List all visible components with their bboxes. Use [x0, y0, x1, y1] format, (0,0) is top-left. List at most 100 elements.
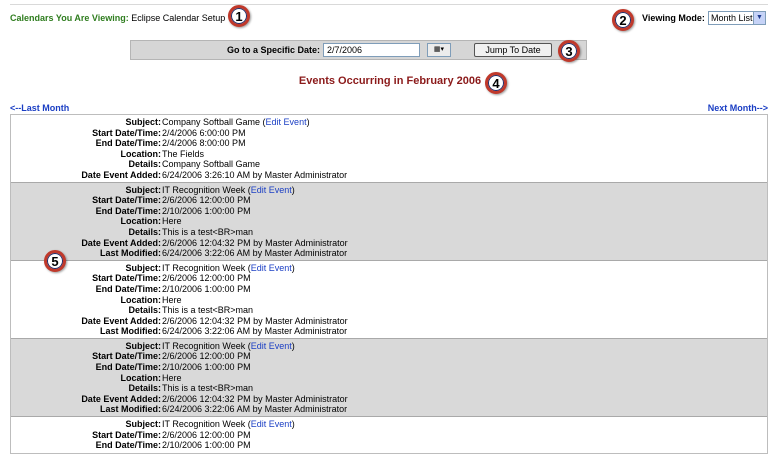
event-subject-text: IT Recognition Week — [162, 340, 246, 351]
viewing-mode-select[interactable]: Month List ▼ — [708, 11, 766, 25]
field-label: Subject: — [125, 117, 161, 127]
field-label: Start Date/Time: — [92, 429, 161, 440]
event-end: 2/10/2006 1:00:00 PM — [162, 205, 251, 216]
event-subject-text: IT Recognition Week — [162, 419, 246, 430]
field-label: Subject: — [125, 262, 161, 273]
event-row-start: Start Date/Time:2/6/2006 12:00:00 PM — [11, 195, 767, 206]
field-label: Location: — [120, 148, 162, 159]
viewing-mode-value: Month List — [711, 13, 753, 23]
event-subject-text: IT Recognition Week — [162, 184, 246, 195]
last-month-link[interactable]: <--Last Month — [10, 103, 69, 113]
event-subject: IT Recognition Week (Edit Event) — [162, 262, 295, 273]
event-end: 2/10/2006 1:00:00 PM — [162, 283, 251, 294]
event-location: The Fields — [162, 148, 205, 159]
field-label: Subject: — [125, 340, 161, 351]
event-subject: IT Recognition Week (Edit Event) — [162, 340, 295, 351]
event-row-start: Start Date/Time:2/6/2006 12:00:00 PM — [11, 273, 767, 284]
field-label: Date Event Added: — [81, 393, 161, 404]
field-label: End Date/Time: — [95, 138, 161, 149]
callout-3: 3 — [558, 40, 580, 62]
event-subject-text: Company Softball Game — [162, 117, 261, 127]
edit-event-link[interactable]: Edit Event — [251, 419, 292, 429]
field-label: End Date/Time: — [95, 205, 161, 216]
field-label: Details: — [128, 383, 161, 394]
goto-date-bar: Go to a Specific Date: 2/7/2006 ▦▾ Jump … — [130, 40, 587, 60]
event-item: Subject:IT Recognition Week (Edit Event)… — [11, 261, 767, 338]
event-added: 2/6/2006 12:04:32 PM by Master Administr… — [162, 315, 348, 326]
field-label: Date Event Added: — [81, 315, 161, 326]
event-row-location: Location:Here — [11, 216, 767, 227]
events-title: Events Occurring in February 2006 — [298, 75, 482, 87]
event-row-start: Start Date/Time:2/4/2006 6:00:00 PM — [11, 128, 767, 139]
event-row-start: Start Date/Time:2/6/2006 12:00:00 PM — [11, 430, 767, 441]
field-label: Start Date/Time: — [92, 127, 161, 138]
edit-event-link[interactable]: Edit Event — [251, 263, 292, 273]
event-row-location: Location:The Fields — [11, 149, 767, 160]
event-row-details: Details:This is a test<BR>man — [11, 305, 767, 316]
event-row-subject: Subject:IT Recognition Week (Edit Event) — [11, 419, 767, 430]
edit-event-link[interactable]: Edit Event — [266, 117, 307, 127]
event-start: 2/6/2006 12:00:00 PM — [162, 351, 251, 362]
event-row-subject: Subject:Company Softball Game (Edit Even… — [11, 117, 767, 128]
event-row-details: Details:Company Softball Game — [11, 159, 767, 170]
field-label: Details: — [128, 305, 161, 316]
callout-1: 1 — [228, 5, 250, 27]
event-row-end: End Date/Time:2/10/2006 1:00:00 PM — [11, 362, 767, 373]
event-subject: IT Recognition Week (Edit Event) — [162, 419, 295, 430]
event-location: Here — [162, 294, 182, 305]
event-row-end: End Date/Time:2/4/2006 8:00:00 PM — [11, 138, 767, 149]
event-row-details: Details:This is a test<BR>man — [11, 383, 767, 394]
event-subject: IT Recognition Week (Edit Event) — [162, 184, 295, 195]
event-added: 6/24/2006 3:26:10 AM by Master Administr… — [162, 169, 348, 180]
field-label: Details: — [128, 159, 161, 170]
field-label: Date Event Added: — [81, 237, 161, 248]
field-label: Last Modified: — [100, 404, 161, 415]
event-end: 2/10/2006 1:00:00 PM — [162, 362, 251, 373]
field-label: End Date/Time: — [95, 362, 161, 373]
calendar-name: Eclipse Calendar Setup — [131, 13, 226, 23]
field-label: Subject: — [125, 419, 161, 430]
callout-5: 5 — [44, 250, 66, 272]
field-label: End Date/Time: — [95, 283, 161, 294]
event-row-end: End Date/Time:2/10/2006 1:00:00 PM — [11, 440, 767, 451]
event-row-start: Start Date/Time:2/6/2006 12:00:00 PM — [11, 351, 767, 362]
event-added: 2/6/2006 12:04:32 PM by Master Administr… — [162, 393, 348, 404]
event-row-added: Date Event Added:2/6/2006 12:04:32 PM by… — [11, 316, 767, 327]
goto-date-label: Go to a Specific Date: — [227, 45, 321, 55]
field-label: Date Event Added: — [81, 169, 161, 180]
next-month-link[interactable]: Next Month--> — [708, 103, 768, 113]
edit-event-link[interactable]: Edit Event — [251, 341, 292, 351]
field-label: End Date/Time: — [95, 440, 161, 451]
edit-event-link[interactable]: Edit Event — [251, 185, 292, 195]
event-row-location: Location:Here — [11, 373, 767, 384]
event-start: 2/4/2006 6:00:00 PM — [162, 127, 246, 138]
calendar-picker-button[interactable]: ▦▾ — [427, 43, 451, 57]
field-label: Location: — [120, 216, 162, 227]
event-row-added: Date Event Added:2/6/2006 12:04:32 PM by… — [11, 394, 767, 405]
chevron-down-icon[interactable]: ▼ — [753, 12, 765, 24]
event-row-end: End Date/Time:2/10/2006 1:00:00 PM — [11, 206, 767, 217]
event-item: Subject:IT Recognition Week (Edit Event)… — [11, 417, 767, 452]
event-start: 2/6/2006 12:00:00 PM — [162, 273, 251, 284]
event-subject: Company Softball Game (Edit Event) — [162, 117, 310, 127]
date-input[interactable]: 2/7/2006 — [323, 43, 420, 57]
event-start: 2/6/2006 12:00:00 PM — [162, 429, 251, 440]
event-row-subject: Subject:IT Recognition Week (Edit Event) — [11, 341, 767, 352]
calendar-icon: ▦▾ — [433, 46, 445, 53]
event-start: 2/6/2006 12:00:00 PM — [162, 195, 251, 206]
event-row-subject: Subject:IT Recognition Week (Edit Event) — [11, 263, 767, 274]
event-end: 2/4/2006 8:00:00 PM — [162, 138, 246, 149]
jump-to-date-button[interactable]: Jump To Date — [474, 43, 552, 57]
event-subject-text: IT Recognition Week — [162, 262, 246, 273]
event-details: Company Softball Game — [162, 159, 261, 170]
calendars-label: Calendars You Are Viewing: — [10, 13, 129, 23]
calendars-viewing: Calendars You Are Viewing: Eclipse Calen… — [10, 13, 225, 23]
event-added: 2/6/2006 12:04:32 PM by Master Administr… — [162, 237, 348, 248]
field-label: Start Date/Time: — [92, 273, 161, 284]
event-location: Here — [162, 216, 182, 227]
event-row-details: Details:This is a test<BR>man — [11, 227, 767, 238]
viewing-mode-label: Viewing Mode: — [642, 13, 705, 23]
field-label: Start Date/Time: — [92, 351, 161, 362]
event-row-end: End Date/Time:2/10/2006 1:00:00 PM — [11, 284, 767, 295]
event-item: Subject:Company Softball Game (Edit Even… — [11, 115, 767, 182]
